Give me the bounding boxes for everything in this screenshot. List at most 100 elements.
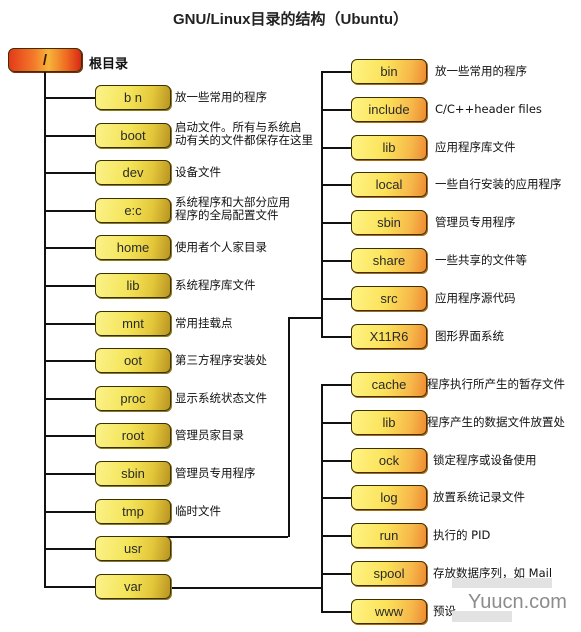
dir-name: lib bbox=[382, 140, 396, 155]
var-dir-box-www[interactable]: www bbox=[351, 599, 427, 624]
dir-box-bin[interactable]: b n bbox=[95, 85, 171, 110]
connector-line bbox=[44, 435, 95, 437]
dir-desc: C/C++header files bbox=[435, 102, 542, 116]
dir-box-usr[interactable]: usr bbox=[95, 536, 171, 561]
diagram-title: GNU/Linux目录的结构（Ubuntu） bbox=[173, 11, 408, 28]
usr-dir-box-lib[interactable]: lib bbox=[351, 135, 427, 160]
dir-name: www bbox=[374, 604, 404, 619]
connector-line bbox=[321, 147, 351, 149]
dir-name: X11R6 bbox=[369, 329, 409, 344]
dir-desc: 一些共享的文件等 bbox=[435, 253, 527, 267]
dir-desc: 程序执行所产生的暂存文件 bbox=[427, 377, 565, 391]
dir-box-var[interactable]: var bbox=[95, 574, 171, 599]
dir-name: oot bbox=[123, 353, 143, 368]
dir-name: ock bbox=[378, 453, 400, 468]
connector-line bbox=[321, 611, 351, 613]
connector-line bbox=[321, 535, 351, 537]
dir-name: run bbox=[379, 528, 399, 543]
dir-desc: 执行的 PID bbox=[433, 528, 491, 542]
connector-line bbox=[288, 317, 321, 319]
var-dir-box-spool[interactable]: spool bbox=[351, 561, 427, 586]
usr-dir-box-include[interactable]: include bbox=[351, 97, 427, 122]
connector-line bbox=[321, 384, 351, 386]
connector-line bbox=[321, 497, 351, 499]
var-dir-box-lock[interactable]: ock bbox=[351, 448, 427, 473]
dir-box-sbin[interactable]: sbin bbox=[95, 461, 171, 486]
connector-line bbox=[321, 184, 351, 186]
dir-box-dev[interactable]: dev bbox=[95, 160, 171, 185]
connector-line bbox=[321, 336, 351, 338]
dir-desc: 应用程序源代码 bbox=[435, 291, 516, 305]
dir-box-proc[interactable]: proc bbox=[95, 386, 171, 411]
connector-line bbox=[321, 460, 351, 462]
dir-name: log bbox=[380, 490, 398, 505]
dir-name: dev bbox=[122, 165, 144, 180]
dir-desc: 图形界面系统 bbox=[435, 329, 504, 343]
dir-name: e:c bbox=[124, 203, 142, 218]
dir-desc: 放一些常用的程序 bbox=[435, 64, 527, 78]
dir-name: tmp bbox=[122, 504, 144, 519]
usr-dir-box-sbin[interactable]: sbin bbox=[351, 210, 427, 235]
dir-name: b n bbox=[123, 90, 143, 105]
usr-dir-box-X11R6[interactable]: X11R6 bbox=[351, 324, 427, 349]
dir-desc: 显示系统状态文件 bbox=[175, 391, 267, 405]
var-dir-box-lib[interactable]: lib bbox=[351, 410, 427, 435]
var-dir-box-run[interactable]: run bbox=[351, 523, 427, 548]
dir-box-boot[interactable]: boot bbox=[95, 123, 171, 148]
dir-name: mnt bbox=[122, 316, 144, 331]
connector-line bbox=[321, 71, 351, 73]
dir-name: home bbox=[116, 240, 150, 255]
dir-box-home[interactable]: home bbox=[95, 235, 171, 260]
connector-line bbox=[44, 247, 95, 249]
dir-name: root bbox=[121, 428, 145, 443]
dir-desc: 临时文件 bbox=[175, 504, 221, 518]
connector-line bbox=[44, 97, 95, 99]
connector-line bbox=[321, 109, 351, 111]
dir-name: sbin bbox=[377, 215, 401, 230]
usr-dir-box-share[interactable]: share bbox=[351, 248, 427, 273]
dir-box-root[interactable]: root bbox=[95, 423, 171, 448]
watermark-smudge bbox=[452, 578, 552, 588]
dir-desc: 设备文件 bbox=[175, 165, 221, 179]
usr-dir-box-src[interactable]: src bbox=[351, 286, 427, 311]
dir-desc: 系统程序和大部分应用 程序的全局配置文件 bbox=[175, 195, 290, 222]
root-dir-name: / bbox=[42, 51, 48, 69]
var-dir-box-cache[interactable]: cache bbox=[351, 372, 427, 397]
dir-desc: 放一些常用的程序 bbox=[175, 90, 267, 104]
dir-desc: 第三方程序安装处 bbox=[175, 353, 267, 367]
dir-name: proc bbox=[120, 391, 146, 406]
connector-line bbox=[44, 473, 95, 475]
connector-line bbox=[44, 172, 95, 174]
connector-line bbox=[321, 573, 351, 575]
dir-name: lib bbox=[382, 415, 396, 430]
connector-line bbox=[321, 222, 351, 224]
usr-dir-box-local[interactable]: local bbox=[351, 172, 427, 197]
dir-desc: 应用程序库文件 bbox=[435, 140, 516, 154]
connector-line bbox=[44, 72, 46, 586]
dir-name: share bbox=[372, 253, 406, 268]
dir-box-lib[interactable]: lib bbox=[95, 273, 171, 298]
root-dir-box[interactable]: / bbox=[8, 48, 82, 72]
dir-desc: 管理员专用程序 bbox=[175, 466, 256, 480]
dir-name: usr bbox=[123, 541, 143, 556]
connector-line bbox=[288, 317, 290, 537]
var-dir-box-log[interactable]: log bbox=[351, 485, 427, 510]
dir-box-opt[interactable]: oot bbox=[95, 348, 171, 373]
dir-box-etc[interactable]: e:c bbox=[95, 198, 171, 223]
connector-line bbox=[321, 71, 323, 336]
connector-line bbox=[44, 323, 95, 325]
connector-line bbox=[321, 260, 351, 262]
root-dir-desc: 根目录 bbox=[89, 57, 129, 72]
connector-line bbox=[44, 135, 95, 137]
dir-name: bin bbox=[380, 64, 398, 79]
dir-desc: 启动文件。所有与系统启 动有关的文件都保存在这里 bbox=[175, 120, 313, 147]
connector-line bbox=[44, 360, 95, 362]
watermark-text: Yuucn.com bbox=[468, 591, 567, 613]
dir-name: lib bbox=[126, 278, 140, 293]
connector-line bbox=[321, 422, 351, 424]
usr-dir-box-bin[interactable]: bin bbox=[351, 59, 427, 84]
dir-box-tmp[interactable]: tmp bbox=[95, 499, 171, 524]
dir-name: spool bbox=[373, 566, 405, 581]
dir-box-mnt[interactable]: mnt bbox=[95, 311, 171, 336]
dir-desc: 使用者个人家目录 bbox=[175, 240, 267, 254]
